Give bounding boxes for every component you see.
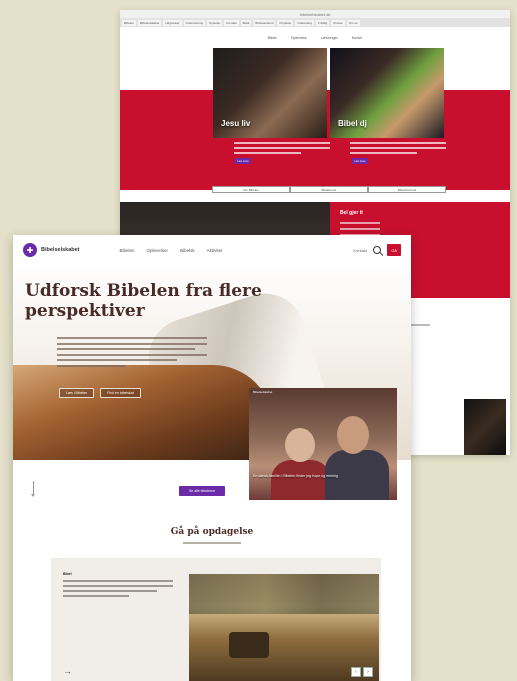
discover-card: Bibel → ‹ › <box>51 558 381 681</box>
nav-strip-item[interactable]: Kontakt <box>224 19 239 26</box>
tab-item[interactable]: Bibelsamfund <box>368 186 446 193</box>
photo-caption: Bibel dj <box>338 119 367 128</box>
nav-strip-item[interactable]: Frivillig <box>316 19 330 26</box>
section-subtitle <box>183 542 241 544</box>
nav-item[interactable]: Oplevelser <box>147 248 169 253</box>
photo-caption: Jesu liv <box>221 119 251 128</box>
nav-strip-item[interactable]: Nyheder <box>207 19 223 26</box>
nav-strip-item[interactable]: Butik <box>240 19 252 26</box>
scroll-down-icon[interactable] <box>31 481 35 497</box>
site-header: ✚ Bibelselskabet Bibelen Oplevelser Bibe… <box>13 235 411 265</box>
hero-paragraph <box>57 337 207 370</box>
tab-item[interactable]: Bibelkurser <box>290 186 368 193</box>
bible-cover-image <box>13 365 273 460</box>
nav-strip-item[interactable]: Projekter <box>277 19 294 26</box>
nav-strip-item[interactable]: Om os <box>346 19 360 26</box>
arrow-right-icon[interactable]: → <box>63 666 72 676</box>
nav-strip-item[interactable]: Bibelsamfund <box>253 19 276 26</box>
read-more-button[interactable]: Læs mere <box>235 158 251 164</box>
browser-bar: bibelselskabet.dk <box>120 10 510 18</box>
logo-icon: ✚ <box>23 243 37 257</box>
main-navigation: Bibelen Oplevelser Bibelsk Aktiviter <box>120 248 223 253</box>
subnav-item[interactable]: Kurser <box>352 36 363 40</box>
hero-title: Udforsk Bibelen fra flere perspektiver <box>25 281 262 321</box>
subnav-item[interactable]: Oplevelse <box>291 36 307 40</box>
subnav-item[interactable]: Bibler <box>268 36 277 40</box>
contact-link[interactable]: Kontakt <box>353 248 367 253</box>
section-tabs: Om Bibelen Bibelkurser Bibelsamfund <box>212 186 446 193</box>
sub-navigation: Bibler Oplevelse Læsninger Kurser <box>120 27 510 49</box>
testimonial-label: Bibelselskabet <box>253 390 273 394</box>
nav-strip-item[interactable]: Presse <box>331 19 345 26</box>
feature-photo-card[interactable]: Bibel dj <box>330 48 444 138</box>
nav-item[interactable]: Aktiviter <box>207 248 223 253</box>
top-nav-strip: Bibelen Bibelselskabet Udgivelser Underv… <box>120 18 510 27</box>
red-panel-title: Bel gjer it <box>340 210 363 216</box>
nav-item[interactable]: Bibelen <box>120 248 135 253</box>
nav-strip-item[interactable]: Udgivelser <box>163 19 182 26</box>
testimonial-caption: En dansk-familie: i Bibelen finder jeg h… <box>253 474 338 478</box>
donate-button[interactable]: Gå <box>387 244 401 256</box>
nav-strip-item[interactable]: Undervisning <box>183 19 206 26</box>
search-icon[interactable] <box>373 246 381 254</box>
testimonial-photo-card[interactable]: En dansk-familie: i Bibelen finder jeg h… <box>249 388 397 500</box>
carousel-prev-button[interactable]: ‹ <box>351 667 361 677</box>
browser-title: bibelselskabet.dk <box>299 11 331 17</box>
card-label: Bibel <box>63 572 72 576</box>
nav-strip-item[interactable]: Indsamling <box>295 19 314 26</box>
harvest-field-image: ‹ › <box>189 574 379 681</box>
carousel-next-button[interactable]: › <box>363 667 373 677</box>
feature-photo-card[interactable]: Jesu liv <box>213 48 327 138</box>
read-bible-button[interactable]: Læs i Bibelen <box>59 388 95 398</box>
see-all-button[interactable]: Se alle teksterne <box>179 486 225 496</box>
read-more-button[interactable]: Læs mere <box>352 158 368 164</box>
nav-item[interactable]: Bibelsk <box>180 248 195 253</box>
front-page-screenshot: ✚ Bibelselskabet Bibelen Oplevelser Bibe… <box>13 235 411 681</box>
card-text-block <box>350 142 446 157</box>
hero-button-group: Læs i Bibelen Find en bibelskat <box>59 388 141 398</box>
logo-text: Bibelselskabet <box>41 247 80 253</box>
header-tools: Kontakt Gå <box>353 244 401 256</box>
nav-strip-item[interactable]: Bibelselskabet <box>138 19 162 26</box>
card-text: Bibel <box>63 572 173 600</box>
dark-thumbnail[interactable] <box>464 399 506 455</box>
site-logo[interactable]: ✚ Bibelselskabet <box>23 243 80 257</box>
find-bible-button[interactable]: Find en bibelskat <box>100 388 141 398</box>
card-text-block <box>234 142 330 157</box>
tab-item[interactable]: Om Bibelen <box>212 186 290 193</box>
subnav-item[interactable]: Læsninger <box>321 36 338 40</box>
nav-strip-item[interactable]: Bibelen <box>122 19 137 26</box>
carousel-controls: ‹ › <box>351 667 373 677</box>
section-title: Gå på opdagelse <box>170 527 254 537</box>
